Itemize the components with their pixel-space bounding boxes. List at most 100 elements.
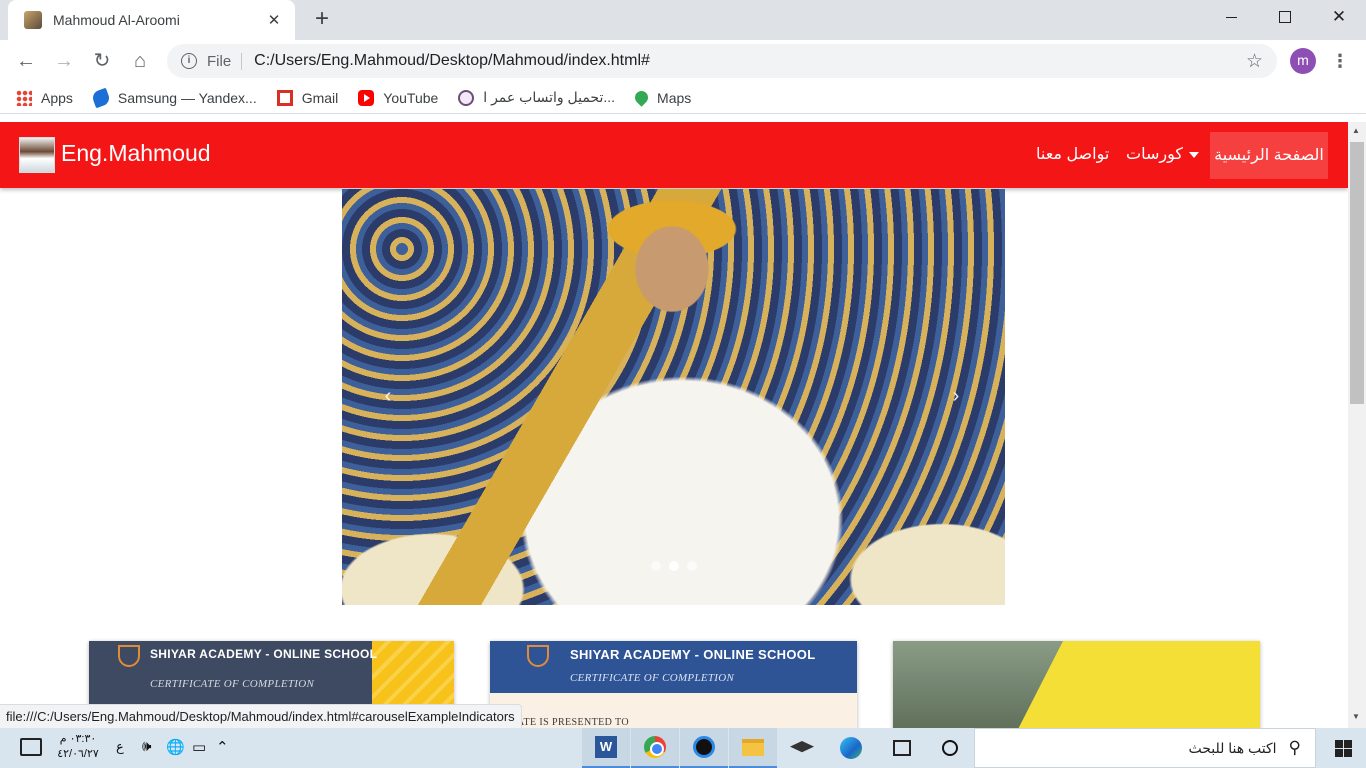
chrome-icon	[644, 736, 666, 758]
nav-courses-label: كورسات	[1126, 146, 1183, 163]
search-placeholder: اكتب هنا للبحث	[1188, 739, 1277, 756]
taskbar-search-box[interactable]: اكتب هنا للبحث ⚲	[974, 728, 1316, 768]
whatsapp-icon	[458, 89, 475, 106]
card-subtitle: CERTIFICATE OF COMPLETION	[150, 678, 315, 690]
taskbar-edge[interactable]	[827, 728, 875, 768]
scheme-label: File	[207, 52, 243, 70]
window-minimize-button[interactable]	[1204, 0, 1258, 34]
samsung-icon	[90, 87, 112, 108]
browser-toolbar: ← → ↻ ⌂ i File C:/Users/Eng.Mahmoud/Desk…	[0, 40, 1366, 82]
profile-avatar[interactable]: m	[1290, 48, 1316, 74]
tab-title: Mahmoud Al-Aroomi	[53, 12, 180, 28]
clock-time: ٠٣:٣٠ م	[59, 733, 97, 745]
carousel-indicator[interactable]	[651, 561, 661, 571]
word-icon: W	[595, 736, 617, 758]
battery-icon[interactable]: ▭	[192, 738, 206, 756]
taskbar-task-view[interactable]	[878, 728, 926, 768]
notification-center-icon[interactable]	[20, 738, 42, 756]
start-button[interactable]	[1320, 728, 1366, 768]
edge-icon	[840, 737, 862, 759]
card-photo	[893, 641, 1063, 728]
bookmark-gmail[interactable]: Gmail	[276, 89, 339, 106]
taskbar-cortana[interactable]	[926, 728, 974, 768]
reload-icon[interactable]: ↻	[88, 47, 116, 75]
browser-tab-strip: Mahmoud Al-Aroomi ✕ + ✕	[0, 0, 1366, 40]
brand-avatar[interactable]	[19, 137, 55, 173]
carousel-indicator[interactable]	[669, 561, 679, 571]
home-icon[interactable]: ⌂	[126, 47, 154, 75]
nav-courses-dropdown[interactable]: كورسات	[1126, 144, 1199, 164]
windows-taskbar: ٠٣:٣٠ م ٤٢/٠٦/٢٧ ع 🕪 🌐 ▭ ⌃ W اكتب هنا لل…	[0, 728, 1366, 768]
browser-menu-icon[interactable]: ⋮	[1330, 47, 1350, 75]
bookmark-apps[interactable]: Apps	[16, 89, 73, 106]
page-viewport: Eng.Mahmoud تواصل معنا كورسات الصفحة الر…	[0, 122, 1348, 728]
apps-grid-icon	[16, 89, 32, 106]
network-globe-icon[interactable]: 🌐	[166, 738, 185, 756]
site-navbar: Eng.Mahmoud تواصل معنا كورسات الصفحة الر…	[0, 122, 1348, 188]
bookmark-label: تحميل واتساب عمر ا...	[483, 89, 616, 105]
show-hidden-icons-chevron-icon[interactable]: ⌃	[216, 738, 229, 756]
back-arrow-icon[interactable]: ←	[12, 47, 40, 75]
taskbar-graduation[interactable]	[778, 728, 826, 768]
site-info-icon[interactable]: i	[181, 53, 197, 69]
new-tab-button[interactable]: +	[309, 6, 335, 32]
bookmark-label: Apps	[41, 89, 73, 106]
scroll-down-arrow-icon[interactable]: ▼	[1352, 712, 1360, 721]
media-player-icon	[693, 736, 715, 758]
bookmark-maps[interactable]: Maps	[632, 88, 692, 107]
search-icon: ⚲	[1288, 738, 1301, 757]
brand-link[interactable]: Eng.Mahmoud	[61, 140, 211, 167]
bookmark-label: Samsung — Yandex...	[117, 89, 257, 106]
photo-card[interactable]	[893, 641, 1260, 728]
bookmark-label: Maps	[657, 89, 692, 106]
browser-tab[interactable]: Mahmoud Al-Aroomi ✕	[8, 0, 295, 40]
youtube-icon	[358, 89, 375, 106]
task-view-icon	[893, 740, 911, 756]
trophy-icon	[527, 645, 549, 667]
tab-close-icon[interactable]: ✕	[265, 11, 283, 29]
cortana-icon	[942, 740, 958, 756]
nav-home-link[interactable]: الصفحة الرئيسية	[1210, 132, 1328, 179]
bookmarks-bar: Apps Samsung — Yandex... Gmail YouTube ت…	[0, 82, 1366, 114]
taskbar-file-explorer[interactable]	[729, 728, 777, 768]
card-subtitle: CERTIFICATE OF COMPLETION	[570, 672, 735, 684]
input-language[interactable]: ع	[116, 739, 124, 755]
window-maximize-button[interactable]	[1258, 0, 1312, 34]
address-bar[interactable]: i File C:/Users/Eng.Mahmoud/Desktop/Mahm…	[167, 44, 1277, 78]
taskbar-word[interactable]: W	[582, 728, 630, 768]
forward-arrow-icon[interactable]: →	[50, 47, 78, 75]
graduation-icon	[790, 741, 814, 753]
link-status-bubble: file:///C:/Users/Eng.Mahmoud/Desktop/Mah…	[0, 704, 522, 728]
bookmark-label: Gmail	[301, 89, 339, 106]
nav-contact-link[interactable]: تواصل معنا	[1036, 144, 1109, 164]
windows-logo-icon	[1334, 739, 1352, 757]
certificate-card[interactable]: SHIYAR ACADEMY - ONLINE SCHOOL CERTIFICA…	[490, 641, 857, 728]
window-close-button[interactable]: ✕	[1312, 0, 1366, 34]
carousel-prev-icon[interactable]: ‹	[378, 385, 398, 408]
card-title: SHIYAR ACADEMY - ONLINE SCHOOL	[150, 647, 378, 661]
scroll-up-arrow-icon[interactable]: ▲	[1352, 126, 1360, 135]
taskbar-media-player[interactable]	[680, 728, 728, 768]
carousel-next-icon[interactable]: ›	[946, 385, 966, 408]
clock-date: ٤٢/٠٦/٢٧	[57, 748, 99, 760]
url-text[interactable]: C:/Users/Eng.Mahmoud/Desktop/Mahmoud/ind…	[254, 52, 1246, 70]
trophy-icon	[118, 645, 140, 667]
scroll-thumb[interactable]	[1350, 142, 1364, 404]
bookmark-samsung[interactable]: Samsung — Yandex...	[90, 87, 257, 108]
bookmark-youtube[interactable]: YouTube	[358, 89, 439, 106]
bookmark-label: YouTube	[383, 89, 439, 106]
bookmark-whatsapp[interactable]: تحميل واتساب عمر ا...	[458, 89, 615, 106]
file-explorer-icon	[742, 738, 764, 756]
volume-icon[interactable]: 🕪	[142, 738, 151, 755]
gmail-icon	[276, 89, 293, 106]
taskbar-clock[interactable]: ٠٣:٣٠ م ٤٢/٠٦/٢٧	[52, 732, 104, 762]
taskbar-chrome[interactable]	[631, 728, 679, 768]
bookmark-star-icon[interactable]: ☆	[1246, 50, 1263, 73]
carousel-indicators	[647, 561, 701, 571]
hero-carousel[interactable]: ‹ ›	[342, 189, 1005, 605]
page-scrollbar[interactable]: ▲ ▼	[1348, 122, 1366, 728]
carousel-indicator[interactable]	[687, 561, 697, 571]
card-title: SHIYAR ACADEMY - ONLINE SCHOOL	[570, 647, 816, 662]
site-favicon-icon	[24, 11, 42, 29]
caret-down-icon	[1188, 151, 1199, 158]
